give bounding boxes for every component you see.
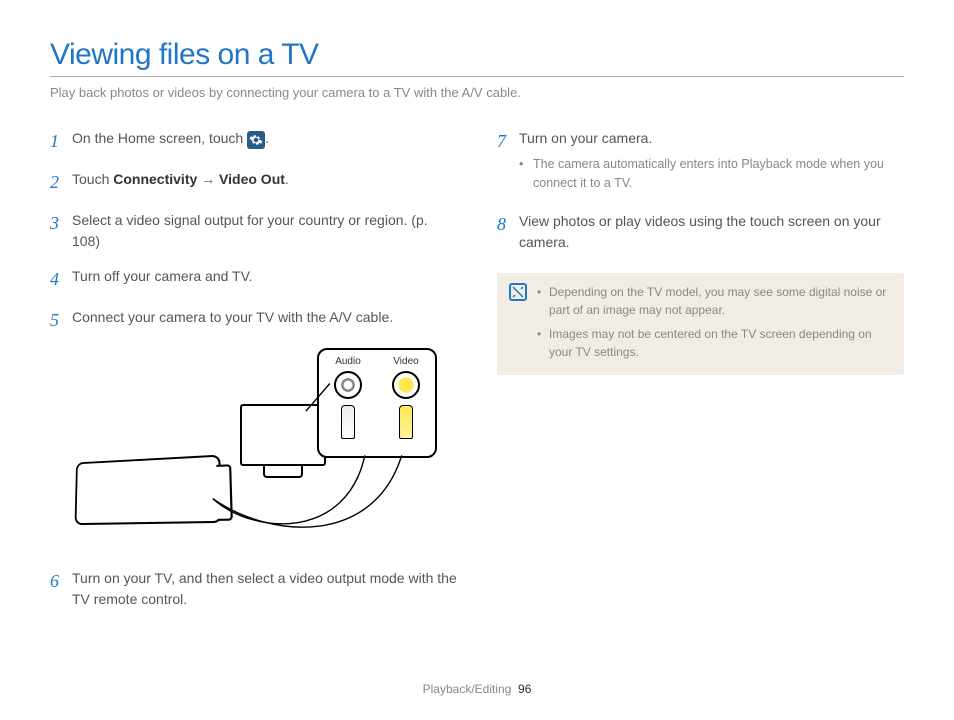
page-title: Viewing files on a TV [50, 38, 904, 72]
audio-label: Audio [334, 356, 362, 367]
note-icon [509, 283, 527, 301]
video-label: Video [392, 356, 420, 367]
audio-plug [341, 405, 355, 439]
note-item: •Depending on the TV model, you may see … [537, 283, 892, 319]
step-1: 1 On the Home screen, touch . [50, 128, 457, 155]
note-box: •Depending on the TV model, you may see … [497, 273, 904, 375]
step-2: 2 Touch Connectivity → Video Out. [50, 169, 457, 196]
step-6: 6 Turn on your TV, and then select a vid… [50, 568, 457, 610]
left-column: 1 On the Home screen, touch . 2 Touch Co… [50, 128, 457, 624]
step-3: 3 Select a video signal output for your … [50, 210, 457, 252]
step-7-sub: •The camera automatically enters into Pl… [519, 155, 904, 193]
step-5: 5 Connect your camera to your TV with th… [50, 307, 457, 334]
right-column: 7 Turn on your camera. •The camera autom… [497, 128, 904, 624]
video-port [392, 371, 420, 399]
av-port-panel: Audio Video [317, 348, 437, 458]
audio-port [334, 371, 362, 399]
step-4: 4 Turn off your camera and TV. [50, 266, 457, 293]
title-rule [50, 76, 904, 77]
tv-illustration [240, 404, 326, 484]
video-plug [399, 405, 413, 439]
settings-icon [247, 131, 265, 149]
step-8: 8 View photos or play videos using the t… [497, 211, 904, 253]
camera-illustration [75, 455, 223, 525]
av-connection-diagram: Audio Video [70, 348, 457, 548]
note-item: •Images may not be centered on the TV sc… [537, 325, 892, 361]
step-7: 7 Turn on your camera. •The camera autom… [497, 128, 904, 197]
page-footer: Playback/Editing 96 [0, 682, 954, 696]
intro-text: Play back photos or videos by connecting… [50, 85, 904, 100]
